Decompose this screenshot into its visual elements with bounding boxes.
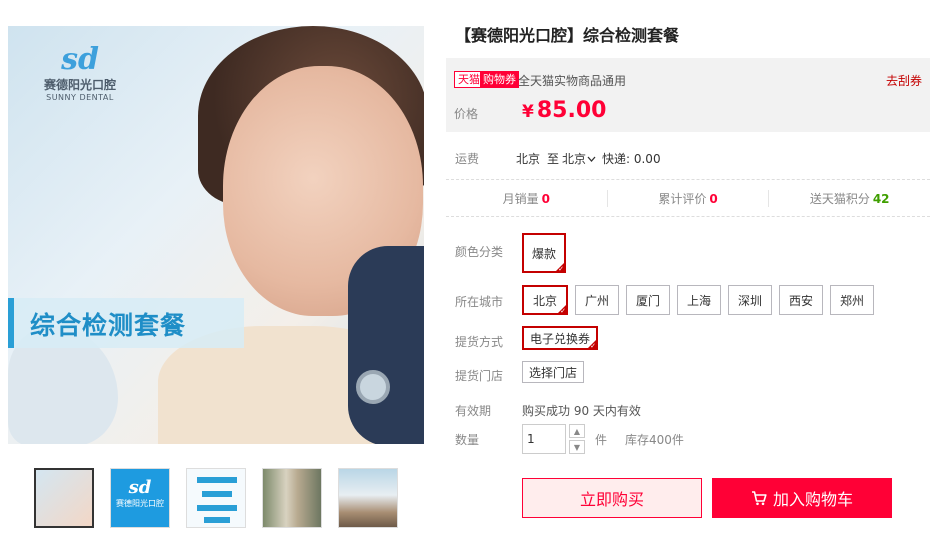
color-label: 颜色分类 [455,245,504,259]
chair-shape [348,246,424,444]
quantity-decrease-button[interactable]: ▼ [569,440,585,454]
city-option-label: 北京 [532,293,557,308]
city-option-label: 深圳 [737,293,762,308]
thumbnail-1[interactable] [34,468,94,528]
points-label: 送天猫积分 [809,191,870,206]
select-store-button[interactable]: 选择门店 [522,361,585,383]
quantity-increase-button[interactable]: ▲ [569,424,585,438]
monthly-sales: 月销量 0 [446,190,607,207]
check-icon: ✓ [590,342,597,350]
logo-en-text: SUNNY DENTAL [46,93,114,102]
thumbnail-2[interactable]: sd 赛德阳光口腔 [110,468,170,528]
price-value: ¥85.00 [522,98,606,123]
shipping-destination-dropdown[interactable]: 北京 [562,150,596,167]
color-option-hot[interactable]: 爆款 ✓ [522,233,567,273]
currency-symbol: ¥ [522,102,534,122]
thumbnail-strip: sd 赛德阳光口腔 [34,468,398,528]
chevron-down-icon [587,156,596,162]
pickup-label: 提货方式 [455,335,504,349]
banner-text: 综合检测套餐 [30,311,187,340]
points-value: 42 [872,191,890,206]
reviews[interactable]: 累计评价 0 [606,189,769,207]
shipping-from: 北京 [516,152,541,166]
city-option-zhengzhou[interactable]: 郑州 [830,285,874,315]
stats-bar: 月销量 0 累计评价 0 送天猫积分 42 [446,180,930,216]
city-option-beijing[interactable]: 北京 ✓ [522,285,568,315]
reviews-value: 0 [709,191,718,206]
city-option-label: 厦门 [635,293,660,308]
store-label: 提货门店 [455,369,504,383]
stock-text: 库存400件 [625,433,684,447]
monthly-sales-label: 月销量 [502,191,539,206]
price-amount: 85.00 [536,98,607,123]
add-to-cart-button[interactable]: 加入购物车 [712,478,892,518]
product-title: 【赛德阳光口腔】综合检测套餐 [455,26,680,45]
shipping-label: 运费 [455,152,480,166]
coupon-tag: 购物券 [480,71,519,88]
city-label: 所在城市 [455,295,504,309]
quantity-unit: 件 [595,433,608,447]
chevron-down-icon: ▼ [573,442,581,452]
pickup-option-label: 电子兑换券 [530,331,591,346]
check-icon: ✓ [560,307,566,315]
city-option-label: 广州 [584,293,609,308]
monthly-sales-value: 0 [541,191,551,206]
thumbnail-5[interactable] [338,468,398,528]
product-page: sd 赛德阳光口腔 SUNNY DENTAL 综合检测套餐 sd 赛德阳光口腔 [0,0,930,540]
buy-now-button[interactable]: 立即购买 [522,478,702,518]
city-option-shanghai[interactable]: 上海 [677,285,721,315]
coupon-description: 全天猫实物商品通用 [518,74,627,88]
price-label: 价格 [454,107,479,121]
price-block: 天猫 购物券 全天猫实物商品通用 去刮券 价格 ¥85.00 [446,58,930,132]
points: 送天猫积分 42 [768,189,930,207]
cart-icon [751,491,767,506]
brand-logo: sd 赛德阳光口腔 SUNNY DENTAL [30,42,130,103]
pickup-option-voucher[interactable]: 电子兑换券 ✓ [522,326,599,350]
dental-mirror-shape [356,370,390,404]
quantity-label: 数量 [455,433,480,447]
thumb-3-bar [204,517,230,523]
thumbnail-4[interactable] [262,468,322,528]
shipping-express: 快递: 0.00 [602,152,661,166]
logo-mark: sd [61,42,99,77]
get-coupon-link[interactable]: 去刮券 [886,72,922,89]
city-option-xian[interactable]: 西安 [779,285,823,315]
color-option-label: 爆款 [532,246,557,261]
city-option-guangzhou[interactable]: 广州 [575,285,619,315]
shipping-to: 北京 [562,152,587,166]
divider [446,216,930,217]
city-option-xiamen[interactable]: 厦门 [626,285,670,315]
thumb-3-bar [197,477,237,483]
thumbnail-3[interactable] [186,468,246,528]
city-option-shenzhen[interactable]: 深圳 [728,285,772,315]
city-option-label: 郑州 [839,293,864,308]
validity-label: 有效期 [455,404,492,418]
thumbnail-2-text: 赛德阳光口腔 [116,499,164,508]
city-option-label: 上海 [686,293,711,308]
chevron-up-icon: ▲ [573,426,581,436]
reviews-label: 累计评价 [658,191,707,206]
thumbnail-2-mark: sd [128,477,152,498]
check-icon: ✓ [558,265,565,273]
thumb-3-bar [197,505,237,511]
quantity-input[interactable]: 1 [522,424,566,454]
buy-now-label: 立即购买 [579,490,644,509]
logo-cn-text: 赛德阳光口腔 [43,78,116,92]
city-option-label: 西安 [788,293,813,308]
validity-value: 购买成功 90 天内有效 [522,404,641,418]
main-product-image[interactable]: sd 赛德阳光口腔 SUNNY DENTAL 综合检测套餐 [8,26,424,444]
add-to-cart-label: 加入购物车 [772,490,853,509]
image-banner: 综合检测套餐 [8,298,244,348]
shipping-to-word: 至 [547,152,560,166]
thumb-3-bar [202,491,232,497]
